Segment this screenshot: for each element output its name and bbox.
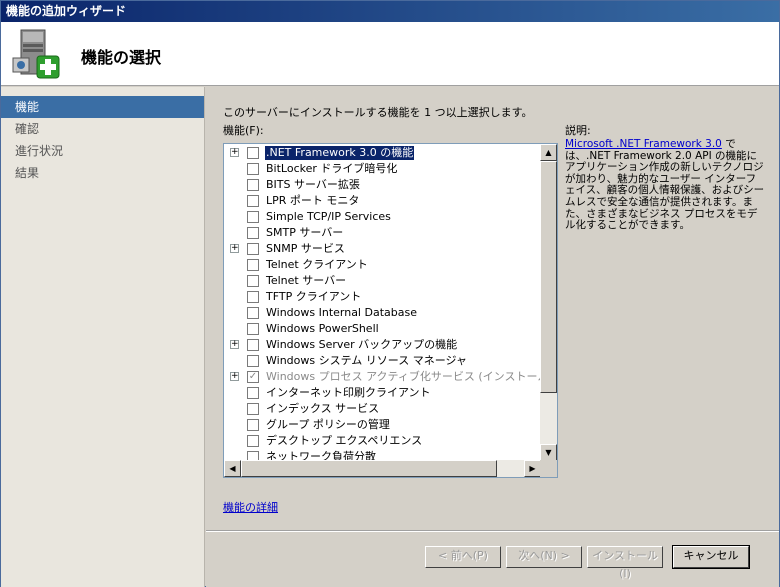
- scroll-up-icon[interactable]: ▲: [540, 144, 557, 161]
- expand-icon[interactable]: +: [230, 244, 239, 253]
- feature-row[interactable]: TFTP クライアント: [224, 289, 541, 305]
- feature-label: Windows Internal Database: [266, 306, 417, 319]
- feature-row[interactable]: Telnet クライアント: [224, 257, 541, 273]
- horizontal-scrollbar[interactable]: ◀ ▶: [224, 460, 541, 477]
- feature-row[interactable]: インターネット印刷クライアント: [224, 385, 541, 401]
- features-list[interactable]: + .NET Framework 3.0 の機能 BitLocker ドライブ暗号化…: [223, 143, 558, 478]
- feature-row[interactable]: + SNMP サービス: [224, 241, 541, 257]
- feature-row[interactable]: インデックス サービス: [224, 401, 541, 417]
- feature-checkbox[interactable]: [247, 179, 259, 191]
- nav-step-features[interactable]: 機能: [1, 96, 204, 118]
- feature-label: TFTP クライアント: [266, 290, 362, 303]
- feature-label: BITS サーバー拡張: [266, 178, 360, 191]
- feature-row[interactable]: + .NET Framework 3.0 の機能: [224, 145, 541, 161]
- feature-checkbox[interactable]: [247, 163, 259, 175]
- feature-checkbox[interactable]: [247, 435, 259, 447]
- feature-label: インターネット印刷クライアント: [266, 386, 431, 399]
- feature-checkbox[interactable]: [247, 323, 259, 335]
- feature-checkbox[interactable]: [247, 387, 259, 399]
- feature-row[interactable]: Telnet サーバー: [224, 273, 541, 289]
- title-bar: 機能の追加ウィザード: [1, 1, 779, 22]
- feature-label: デスクトップ エクスペリエンス: [266, 434, 423, 447]
- expand-icon[interactable]: +: [230, 340, 239, 349]
- expand-icon[interactable]: +: [230, 372, 239, 381]
- feature-label: Windows システム リソース マネージャ: [266, 354, 467, 367]
- feature-checkbox[interactable]: [247, 211, 259, 223]
- feature-label: LPR ポート モニタ: [266, 194, 360, 207]
- feature-checkbox[interactable]: [247, 243, 259, 255]
- nav-step-confirm[interactable]: 確認: [1, 118, 204, 140]
- feature-row[interactable]: + Windows Server バックアップの機能: [224, 337, 541, 353]
- feature-checkbox[interactable]: [247, 419, 259, 431]
- feature-label: Telnet サーバー: [266, 274, 347, 287]
- feature-label: SMTP サーバー: [266, 226, 344, 239]
- scroll-right-icon[interactable]: ▶: [524, 460, 541, 477]
- feature-checkbox[interactable]: [247, 227, 259, 239]
- description-label: 説明:: [565, 124, 591, 137]
- nav-step-results[interactable]: 結果: [1, 162, 204, 184]
- feature-row[interactable]: グループ ポリシーの管理: [224, 417, 541, 433]
- features-label: 機能(F):: [223, 124, 264, 137]
- wizard-window: 機能の追加ウィザード 機能の選択 機能 確認 進行状況 結果 このサーバーにイン…: [0, 0, 780, 587]
- back-button[interactable]: < 前へ(P): [425, 546, 501, 568]
- feature-checkbox[interactable]: [247, 403, 259, 415]
- feature-row[interactable]: Simple TCP/IP Services: [224, 209, 541, 225]
- scroll-down-icon[interactable]: ▼: [540, 444, 557, 461]
- next-button[interactable]: 次へ(N) >: [506, 546, 582, 568]
- vertical-scrollbar[interactable]: ▲ ▼: [540, 144, 557, 461]
- feature-label: Windows Server バックアップの機能: [266, 338, 458, 351]
- feature-row[interactable]: デスクトップ エクスペリエンス: [224, 433, 541, 449]
- feature-row[interactable]: Windows PowerShell: [224, 321, 541, 337]
- scroll-corner: [540, 460, 557, 477]
- feature-row[interactable]: BitLocker ドライブ暗号化: [224, 161, 541, 177]
- feature-checkbox[interactable]: [247, 275, 259, 287]
- scroll-left-icon[interactable]: ◀: [224, 460, 241, 477]
- feature-label: インデックス サービス: [266, 402, 380, 415]
- description-link[interactable]: Microsoft .NET Framework 3.0: [565, 138, 722, 150]
- footer-separator: [206, 530, 779, 532]
- install-button[interactable]: インストール(I): [587, 546, 663, 580]
- page-title: 機能の選択: [81, 48, 162, 67]
- expand-icon[interactable]: +: [230, 148, 239, 157]
- feature-label: .NET Framework 3.0 の機能: [263, 145, 416, 161]
- feature-row[interactable]: Windows Internal Database: [224, 305, 541, 321]
- feature-details-link[interactable]: 機能の詳細: [223, 499, 278, 515]
- feature-label: Windows プロセス アクティブ化サービス (インストールされて: [266, 370, 541, 383]
- feature-checkbox[interactable]: ✓: [247, 371, 259, 383]
- description-body: では、.NET Framework 2.0 API の機能にアプリケーション作成…: [565, 138, 765, 232]
- vertical-scroll-thumb[interactable]: [540, 161, 557, 393]
- server-add-icon: [12, 29, 60, 79]
- feature-checkbox[interactable]: [247, 147, 259, 159]
- feature-checkbox[interactable]: [247, 259, 259, 271]
- main-panel: このサーバーにインストールする機能を 1 つ以上選択します。 機能(F): 説明…: [206, 87, 779, 587]
- wizard-steps-nav: 機能 確認 進行状況 結果: [1, 87, 205, 587]
- feature-checkbox[interactable]: [247, 355, 259, 367]
- feature-label: Simple TCP/IP Services: [266, 210, 391, 223]
- feature-row[interactable]: BITS サーバー拡張: [224, 177, 541, 193]
- feature-label: Windows PowerShell: [266, 322, 379, 335]
- feature-label: グループ ポリシーの管理: [266, 418, 390, 431]
- cancel-button[interactable]: キャンセル: [672, 545, 750, 569]
- feature-checkbox[interactable]: [247, 339, 259, 351]
- feature-checkbox[interactable]: [247, 307, 259, 319]
- feature-row[interactable]: + ✓ Windows プロセス アクティブ化サービス (インストールされて: [224, 369, 541, 385]
- features-list-viewport: + .NET Framework 3.0 の機能 BitLocker ドライブ暗号化…: [224, 144, 541, 461]
- wizard-header: 機能の選択: [1, 22, 779, 86]
- nav-step-progress[interactable]: 進行状況: [1, 140, 204, 162]
- feature-label: Telnet クライアント: [266, 258, 368, 271]
- instruction-text: このサーバーにインストールする機能を 1 つ以上選択します。: [223, 106, 533, 119]
- feature-label: BitLocker ドライブ暗号化: [266, 162, 398, 175]
- feature-row[interactable]: Windows システム リソース マネージャ: [224, 353, 541, 369]
- feature-row[interactable]: SMTP サーバー: [224, 225, 541, 241]
- feature-label: SNMP サービス: [266, 242, 345, 255]
- description-text: Microsoft .NET Framework 3.0 では、.NET Fra…: [565, 138, 765, 232]
- feature-checkbox[interactable]: [247, 291, 259, 303]
- horizontal-scroll-thumb[interactable]: [241, 460, 497, 477]
- feature-row[interactable]: LPR ポート モニタ: [224, 193, 541, 209]
- feature-checkbox[interactable]: [247, 195, 259, 207]
